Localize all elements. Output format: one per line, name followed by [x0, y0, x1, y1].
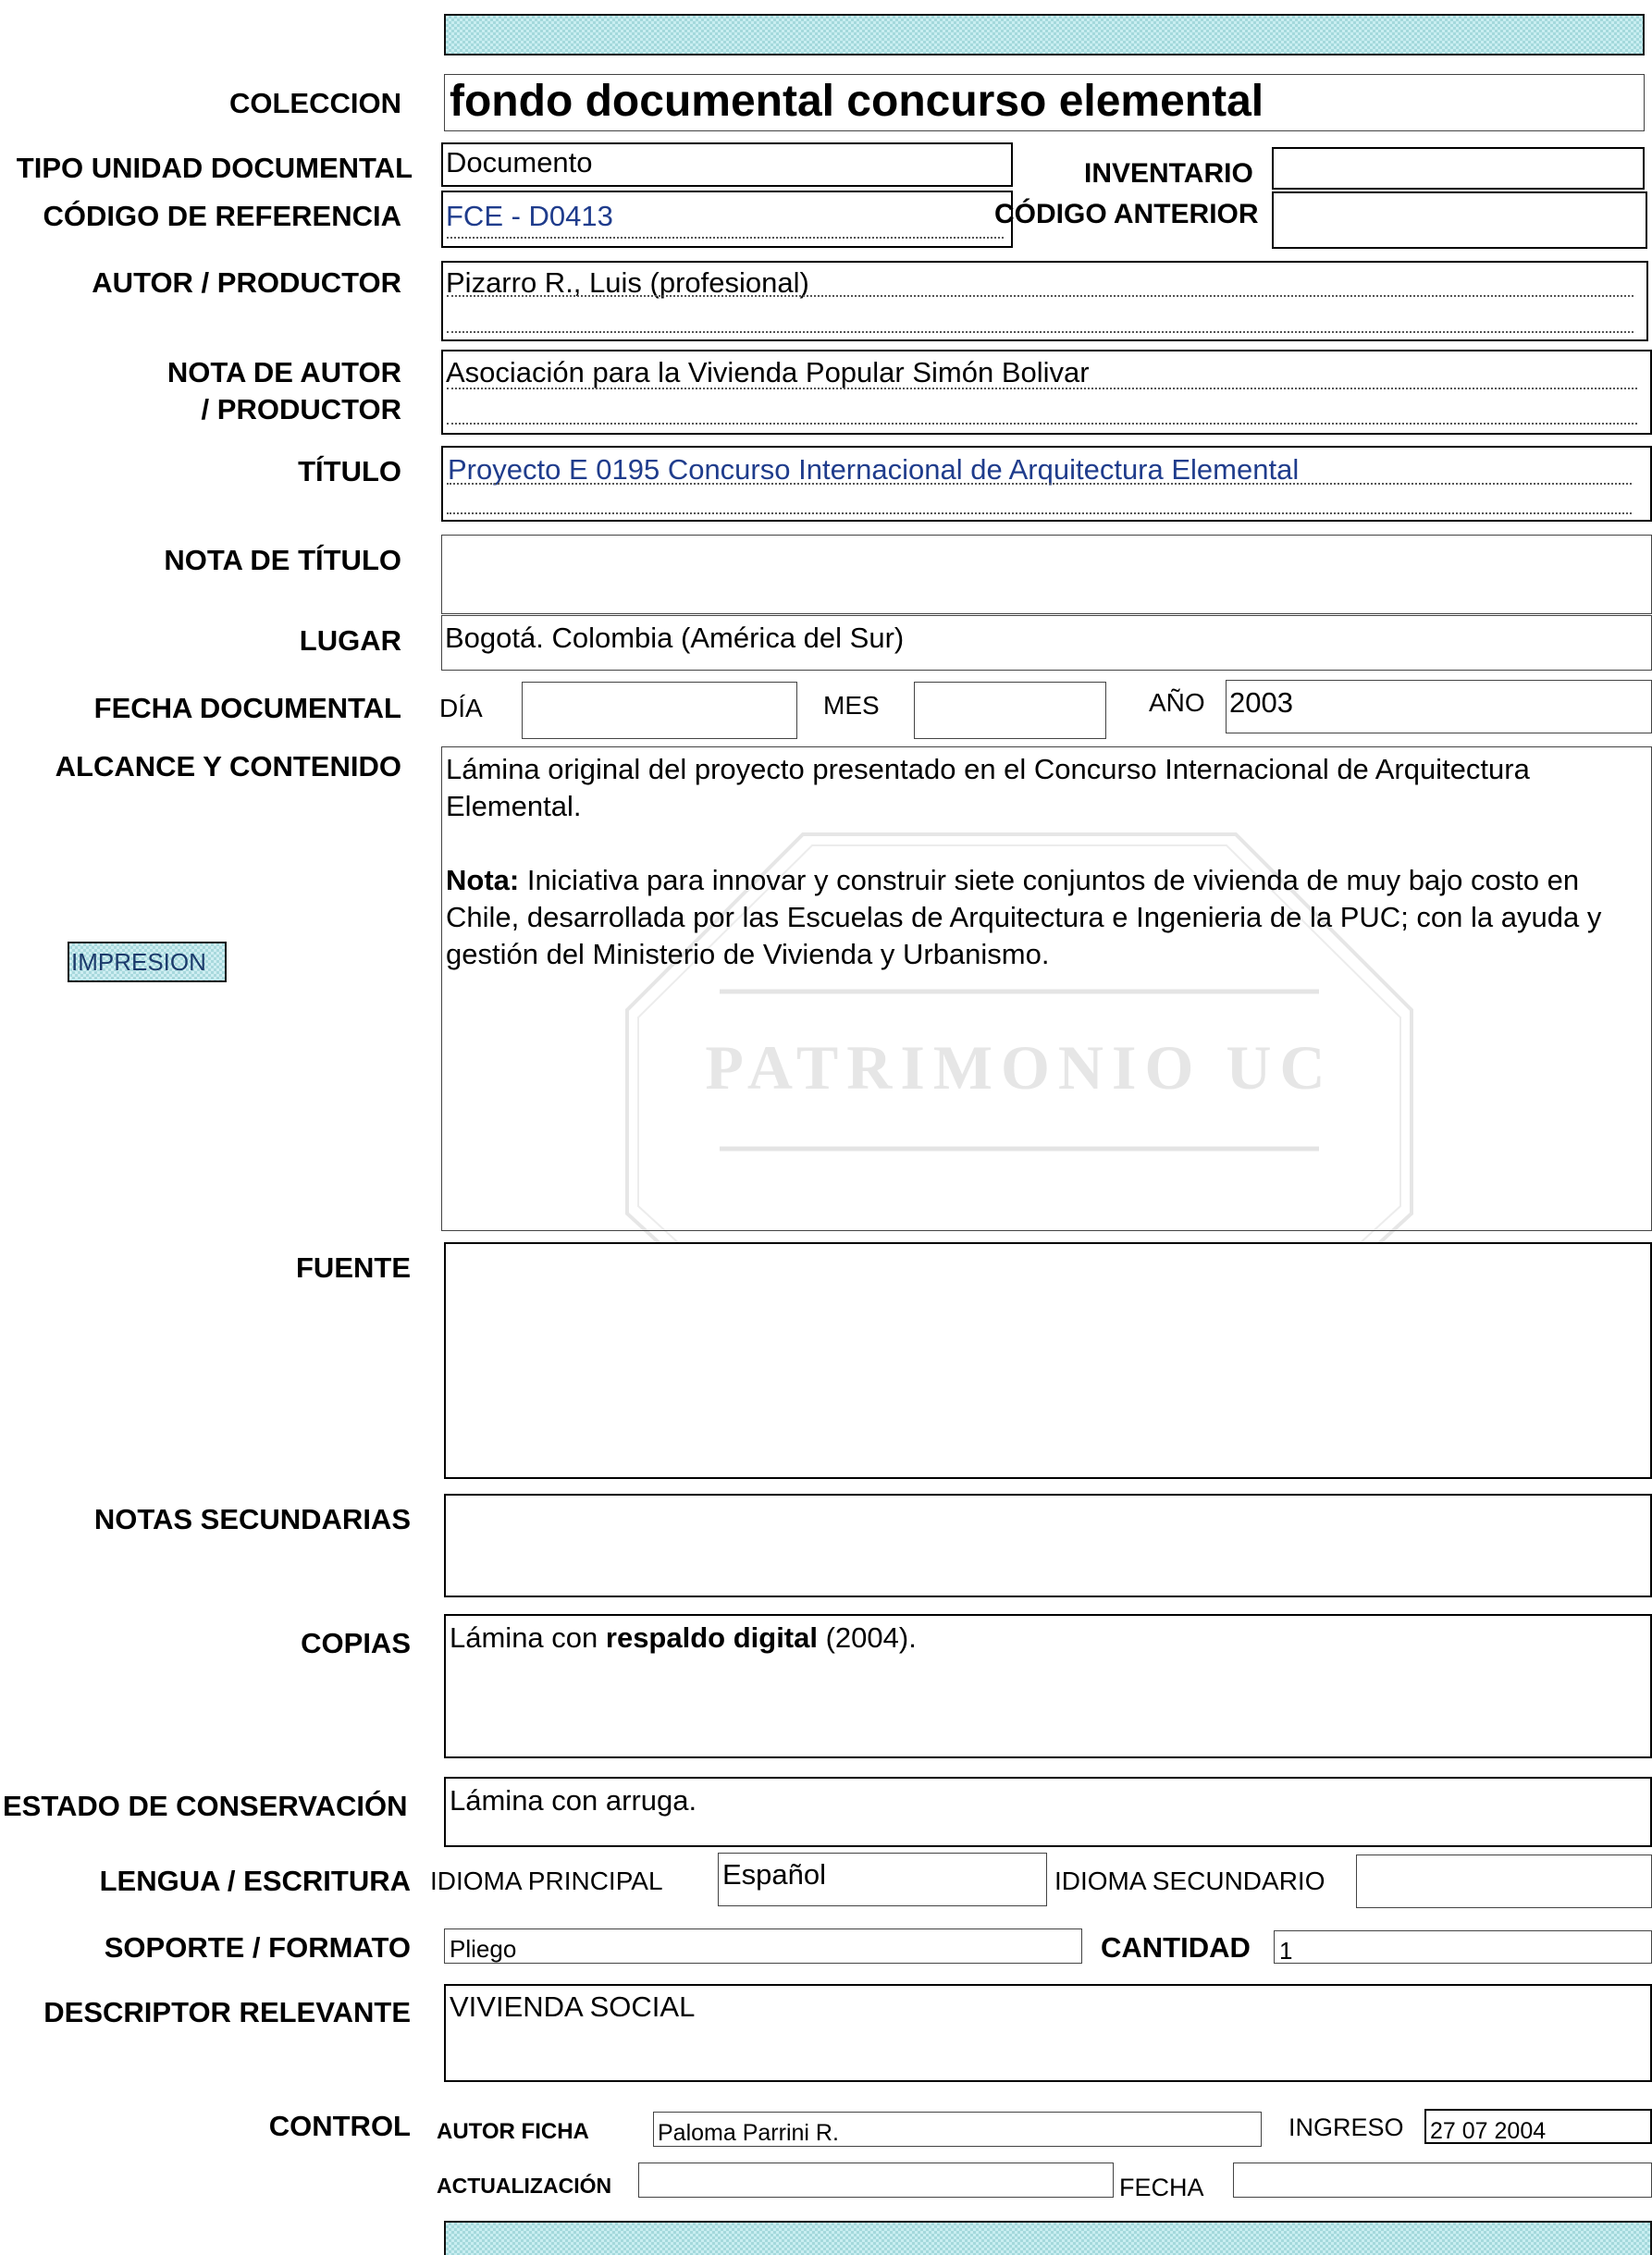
- copias-suffix: (2004).: [818, 1621, 917, 1654]
- idioma-secundario-field[interactable]: [1356, 1855, 1652, 1908]
- impresion-button[interactable]: IMPRESION: [68, 942, 227, 982]
- alcance-paragraph-1: Lámina original del proyecto presentado …: [446, 753, 1530, 822]
- anio-label: AÑO: [1149, 688, 1205, 717]
- actualizacion-label: ACTUALIZACIÓN: [437, 2174, 612, 2198]
- ingreso-label: INGRESO: [1288, 2113, 1404, 2141]
- idioma-principal-value: Español: [722, 1858, 827, 1891]
- tipo-unidad-label: TIPO UNIDAD DOCUMENTAL: [16, 152, 413, 184]
- copias-prefix: Lámina con: [450, 1621, 606, 1654]
- inventario-field[interactable]: [1272, 147, 1645, 190]
- nota-autor-label-1: NOTA DE AUTOR: [166, 356, 401, 388]
- coleccion-label: COLECCION: [229, 87, 401, 119]
- codigo-anterior-label: CÓDIGO ANTERIOR: [994, 199, 1259, 229]
- lugar-field[interactable]: Bogotá. Colombia (América del Sur): [441, 615, 1652, 671]
- estado-value: Lámina con arruga.: [450, 1784, 697, 1817]
- nota-autor-value: Asociación para la Vivienda Popular Simó…: [446, 356, 1090, 388]
- ingreso-value: 27 07 2004: [1430, 2118, 1547, 2144]
- fecha-label: FECHA DOCUMENTAL: [93, 692, 401, 724]
- nota-autor-label-2: / PRODUCTOR: [201, 393, 401, 425]
- autor-ficha-label: AUTOR FICHA: [437, 2119, 589, 2144]
- descriptor-label: DESCRIPTOR RELEVANTE: [43, 1996, 411, 2028]
- nota-titulo-label: NOTA DE TÍTULO: [164, 544, 401, 576]
- nota-autor-field[interactable]: Asociación para la Vivienda Popular Simó…: [441, 350, 1652, 435]
- cantidad-label: CANTIDAD: [1101, 1931, 1251, 1964]
- titulo-label: TÍTULO: [298, 455, 401, 487]
- autor-value: Pizarro R., Luis (profesional): [446, 266, 809, 299]
- anio-value: 2003: [1229, 686, 1293, 719]
- inventario-label: INVENTARIO: [1084, 158, 1253, 189]
- dia-field[interactable]: [522, 682, 797, 739]
- copias-bold: respaldo digital: [605, 1621, 818, 1654]
- codigo-anterior-field[interactable]: [1272, 191, 1647, 249]
- titulo-field[interactable]: Proyecto E 0195 Concurso Internacional d…: [441, 446, 1652, 522]
- soporte-label: SOPORTE / FORMATO: [104, 1931, 411, 1964]
- codigo-referencia-label: CÓDIGO DE REFERENCIA: [43, 200, 401, 232]
- lengua-label: LENGUA / ESCRITURA: [99, 1865, 411, 1897]
- coleccion-value: fondo documental concurso elemental: [450, 77, 1264, 126]
- fecha-control-label: FECHA: [1119, 2174, 1204, 2201]
- idioma-secundario-label: IDIOMA SECUNDARIO: [1054, 1867, 1325, 1895]
- copias-label: COPIAS: [301, 1627, 411, 1659]
- alcance-label: ALCANCE Y CONTENIDO: [55, 750, 401, 782]
- actualizacion-field[interactable]: [638, 2163, 1114, 2198]
- lugar-value: Bogotá. Colombia (América del Sur): [445, 622, 905, 654]
- lugar-label: LUGAR: [299, 624, 401, 657]
- anio-field[interactable]: 2003: [1226, 680, 1652, 733]
- descriptor-value: VIVIENDA SOCIAL: [450, 1990, 696, 2023]
- alcance-nota-paragraph: Nota: Iniciativa para innovar y construi…: [446, 862, 1647, 973]
- soporte-value: Pliego: [450, 1935, 517, 1963]
- notas-secundarias-label: NOTAS SECUNDARIAS: [93, 1503, 411, 1535]
- dia-label: DÍA: [439, 694, 483, 722]
- mes-label: MES: [823, 691, 880, 720]
- codigo-referencia-value[interactable]: FCE - D0413: [446, 200, 613, 232]
- descriptor-field[interactable]: VIVIENDA SOCIAL: [444, 1984, 1652, 2082]
- idioma-principal-field[interactable]: Español: [718, 1853, 1047, 1906]
- tipo-unidad-field[interactable]: Documento: [441, 142, 1013, 187]
- titulo-value[interactable]: Proyecto E 0195 Concurso Internacional d…: [448, 453, 1299, 486]
- autor-ficha-value: Paloma Parrini R.: [658, 2120, 839, 2146]
- alcance-nota-text: Iniciativa para innovar y construir siet…: [446, 864, 1602, 970]
- copias-field[interactable]: Lámina con respaldo digital (2004).: [444, 1614, 1652, 1758]
- codigo-referencia-field[interactable]: FCE - D0413: [441, 191, 1013, 248]
- estado-field[interactable]: Lámina con arruga.: [444, 1777, 1652, 1847]
- alcance-field[interactable]: Lámina original del proyecto presentado …: [441, 746, 1652, 1231]
- cantidad-field[interactable]: 1: [1274, 1930, 1652, 1964]
- estado-label: ESTADO DE CONSERVACIÓN: [3, 1790, 408, 1822]
- copias-value: Lámina con respaldo digital (2004).: [450, 1621, 917, 1654]
- footer-bar: [444, 2221, 1652, 2255]
- nota-titulo-field[interactable]: [441, 535, 1652, 614]
- fuente-field[interactable]: [444, 1242, 1652, 1479]
- coleccion-field[interactable]: fondo documental concurso elemental: [444, 74, 1645, 131]
- idioma-principal-label: IDIOMA PRINCIPAL: [430, 1867, 663, 1895]
- autor-field[interactable]: Pizarro R., Luis (profesional): [441, 261, 1648, 341]
- notas-secundarias-field[interactable]: [444, 1494, 1652, 1597]
- fecha-control-field[interactable]: [1233, 2163, 1652, 2198]
- cantidad-value: 1: [1279, 1937, 1293, 1964]
- ingreso-field[interactable]: 27 07 2004: [1424, 2109, 1652, 2144]
- header-bar: [444, 14, 1645, 55]
- control-label: CONTROL: [268, 2110, 411, 2142]
- autor-label: AUTOR / PRODUCTOR: [92, 266, 401, 299]
- soporte-field[interactable]: Pliego: [444, 1928, 1082, 1964]
- alcance-nota-label: Nota:: [446, 864, 520, 896]
- tipo-unidad-value: Documento: [446, 146, 593, 179]
- mes-field[interactable]: [914, 682, 1106, 739]
- autor-ficha-field[interactable]: Paloma Parrini R.: [653, 2112, 1262, 2147]
- fuente-label: FUENTE: [296, 1251, 411, 1284]
